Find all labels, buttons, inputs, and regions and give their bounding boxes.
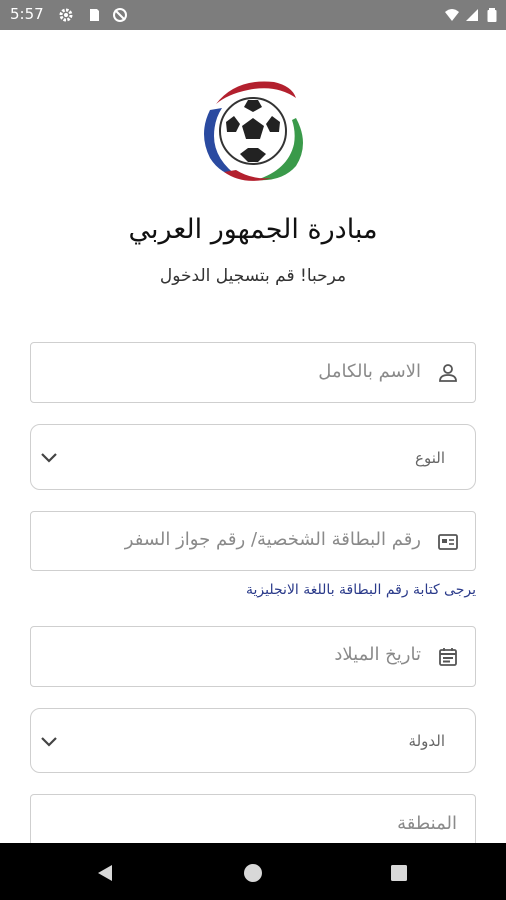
- full-name-placeholder: الاسم بالكامل: [318, 361, 421, 382]
- birth-date-field[interactable]: تاريخ الميلاد: [30, 626, 476, 687]
- full-name-field[interactable]: الاسم بالكامل: [30, 342, 476, 403]
- home-icon[interactable]: [242, 862, 264, 884]
- status-time: 5:57: [10, 5, 44, 23]
- gear-icon: [59, 8, 73, 22]
- signal-icon: [466, 9, 478, 21]
- birth-date-placeholder: تاريخ الميلاد: [334, 644, 421, 665]
- id-number-placeholder: رقم البطاقة الشخصية/ رقم جواز السفر: [124, 529, 421, 550]
- calendar-icon: [439, 648, 457, 666]
- id-language-hint: يرجى كتابة رقم البطاقة باللغة الانجليزية: [246, 582, 476, 598]
- no-sync-icon: [113, 8, 127, 22]
- navigation-bar: [0, 843, 506, 900]
- region-placeholder: المنطقة: [397, 813, 457, 834]
- app-logo: [204, 81, 303, 181]
- recents-icon[interactable]: [388, 862, 410, 884]
- chevron-down-icon: [41, 453, 57, 463]
- person-icon: [439, 364, 457, 382]
- chevron-down-icon: [41, 737, 57, 747]
- id-number-field[interactable]: رقم البطاقة الشخصية/ رقم جواز السفر: [30, 511, 476, 571]
- status-bar: 5:57: [0, 0, 506, 30]
- id-card-icon: [438, 534, 458, 550]
- login-subtitle: مرحبا! قم بتسجيل الدخول: [159, 266, 347, 286]
- sd-card-icon: [90, 9, 99, 21]
- wifi-icon: [445, 9, 459, 21]
- battery-icon: [487, 8, 497, 22]
- country-select-label: الدولة: [408, 732, 445, 750]
- gender-select-label: النوع: [415, 449, 445, 467]
- country-select[interactable]: الدولة: [30, 708, 476, 773]
- app-title: مبادرة الجمهور العربي: [128, 214, 378, 245]
- back-icon[interactable]: [94, 862, 116, 884]
- gender-select[interactable]: النوع: [30, 424, 476, 490]
